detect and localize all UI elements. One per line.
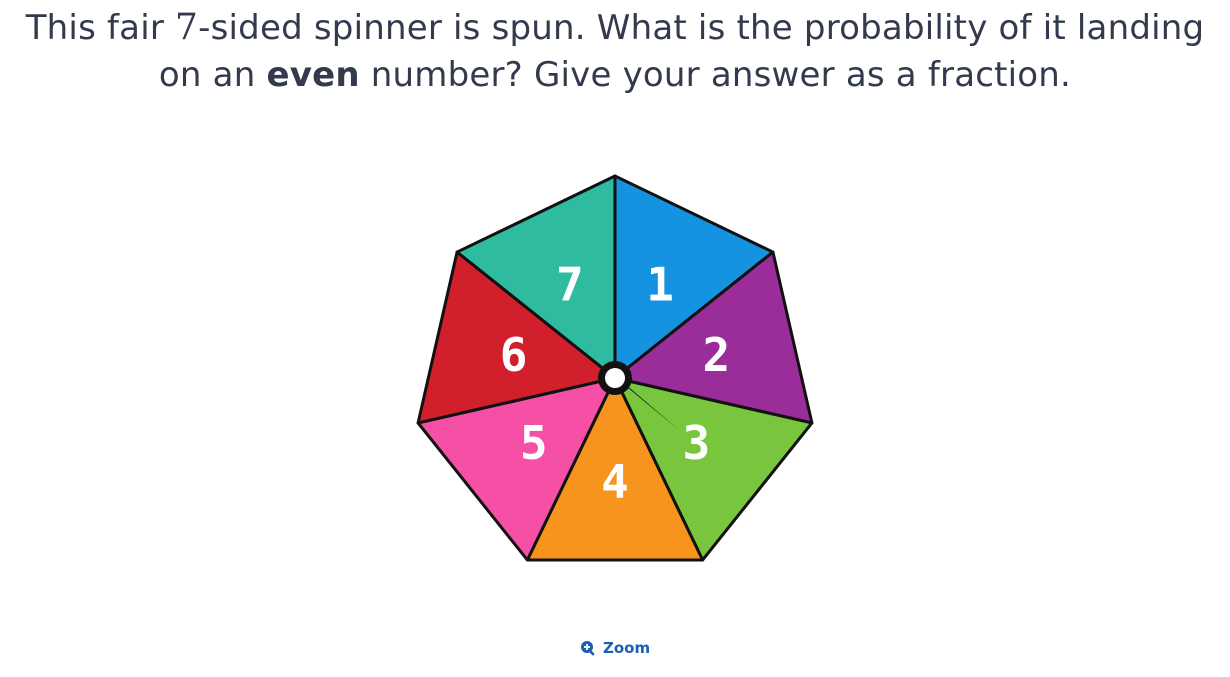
spinner-hub-center (605, 368, 625, 388)
question-line-1: This fair 7-sided spinner is spun. What … (0, 4, 1230, 52)
zoom-label: Zoom (603, 639, 651, 657)
question-text-part: on an (158, 55, 267, 95)
sector-label-6: 6 (500, 328, 528, 382)
sector-label-3: 3 (682, 416, 710, 470)
sector-label-1: 1 (646, 257, 674, 311)
sides-number: 7 (175, 7, 199, 48)
question-text-part: number? Give your answer as a fraction. (359, 55, 1072, 95)
emphasized-word: even (266, 55, 360, 95)
question-text-part: -sided spinner is spun. What is the prob… (198, 8, 1205, 48)
sector-label-4: 4 (601, 455, 629, 509)
sector-label-7: 7 (556, 257, 584, 311)
spinner-diagram: 12 345 67 (416, 174, 814, 562)
zoom-in-icon (580, 640, 597, 657)
question-text: This fair 7-sided spinner is spun. What … (0, 4, 1230, 99)
sector-label-2: 2 (703, 328, 731, 382)
zoom-button[interactable]: Zoom (580, 637, 650, 659)
question-line-2: on an even number? Give your answer as a… (0, 52, 1230, 99)
sector-label-5: 5 (520, 416, 548, 470)
question-text-part: This fair (25, 8, 176, 48)
